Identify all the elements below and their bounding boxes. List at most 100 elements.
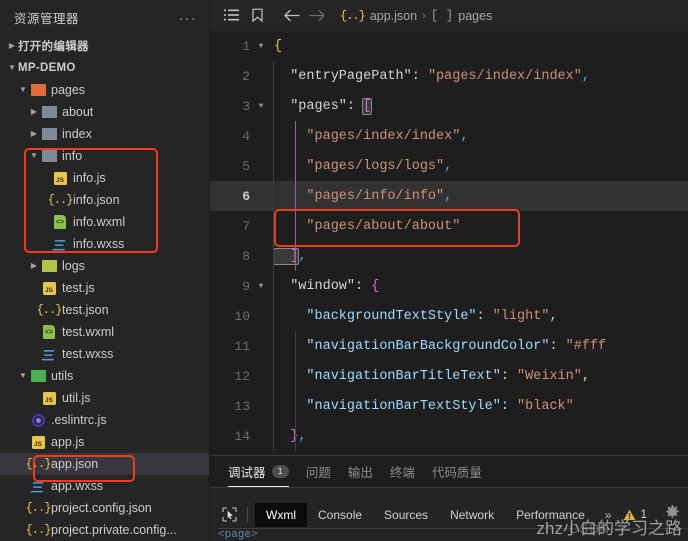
panel-tab-1[interactable]: 问题 [306, 456, 331, 487]
forward-arrow-icon[interactable] [304, 3, 330, 29]
json-file-icon: {..} [25, 523, 52, 537]
file-tree[interactable]: 打开的编辑器 MP-DEMO pages about index info JS info.… [0, 35, 209, 541]
folder-icon [40, 128, 58, 140]
chevron-right-icon[interactable] [28, 262, 40, 270]
tree-item-test-wxml[interactable]: <> test.wxml [0, 321, 209, 343]
back-arrow-icon[interactable] [278, 3, 304, 29]
line-number: 7 [242, 218, 250, 234]
inspect-cursor-icon[interactable] [218, 505, 240, 525]
fold-chevron-icon[interactable] [254, 42, 268, 51]
code-text: "backgroundTextStyle": "light", [268, 308, 557, 324]
tree-item-utils[interactable]: utils [0, 365, 209, 387]
code-line-13[interactable]: 13 "navigationBarTextStyle": "black" [210, 391, 688, 421]
code-line-6[interactable]: 6 "pages/info/info", [210, 181, 688, 211]
devtools-tabs[interactable]: Wxml Console Sources Network Performance [255, 502, 596, 527]
code-line-7[interactable]: 7 "pages/about/about" [210, 211, 688, 241]
chevron-down-icon[interactable] [28, 152, 40, 160]
chevron-down-icon[interactable] [6, 64, 18, 72]
devtools-tab-sources[interactable]: Sources [373, 503, 439, 527]
tree-item-label: info.wxml [73, 215, 126, 229]
tree-section-2[interactable]: MP-DEMO [0, 57, 209, 79]
code-line-12[interactable]: 12 "navigationBarTitleText": "Weixin", [210, 361, 688, 391]
line-number: 8 [242, 248, 250, 264]
explorer-more-actions-button[interactable]: ··· [179, 11, 198, 25]
tree-item-info-wxss[interactable]: 三 info.wxss [0, 233, 209, 255]
line-number: 1 [242, 38, 250, 54]
chevron-down-icon[interactable] [17, 86, 29, 94]
line-number: 3 [242, 98, 250, 114]
devtools-tab-network[interactable]: Network [439, 503, 505, 527]
tree-item-util-js[interactable]: JS util.js [0, 387, 209, 409]
code-line-8[interactable]: 8 ], [210, 241, 688, 271]
tree-item-test-json[interactable]: {..} test.json [0, 299, 209, 321]
tree-item-info-wxml[interactable]: <> info.wxml [0, 211, 209, 233]
explorer-title: 资源管理器 [14, 12, 80, 26]
tree-item-logs[interactable]: logs [0, 255, 209, 277]
tree-item-info-json[interactable]: {..} info.json [0, 189, 209, 211]
code-text: { [268, 39, 282, 54]
chevron-right-icon[interactable] [28, 108, 40, 116]
code-editor[interactable]: 1{2 "entryPagePath": "pages/index/index"… [210, 31, 688, 455]
code-text: "window": { [268, 279, 379, 294]
code-line-14[interactable]: 14 }, [210, 421, 688, 451]
code-line-2[interactable]: 2 "entryPagePath": "pages/index/index", [210, 61, 688, 91]
devtools-tab-wxml[interactable]: Wxml [255, 502, 307, 527]
tree-section-1[interactable]: 打开的编辑器 [0, 35, 209, 57]
tree-item-test-wxss[interactable]: 三 test.wxss [0, 343, 209, 365]
tree-item-pages[interactable]: pages [0, 79, 209, 101]
code-line-10[interactable]: 10 "backgroundTextStyle": "light", [210, 301, 688, 331]
chevron-down-icon[interactable] [17, 372, 29, 380]
breadcrumb-symbol[interactable]: pages [458, 9, 492, 23]
js-file-icon: JS [40, 281, 58, 295]
code-token: "pages/info/info" [274, 188, 445, 204]
breadcrumb-file[interactable]: app.json [370, 9, 417, 23]
devtools-tab-performance[interactable]: Performance [505, 503, 596, 527]
code-line-1[interactable]: 1{ [210, 31, 688, 61]
fold-chevron-icon[interactable] [254, 102, 268, 111]
tree-item-project-private-config-[interactable]: {..} project.private.config... [0, 519, 209, 541]
panel-tab-0[interactable]: 调试器 1 [228, 456, 289, 487]
code-line-4[interactable]: 4 "pages/index/index", [210, 121, 688, 151]
code-token: "navigationBarBackgroundColor" [274, 338, 550, 354]
code-line-5[interactable]: 5 "pages/logs/logs", [210, 151, 688, 181]
fold-chevron-icon[interactable] [254, 282, 268, 291]
panel-tab-label: 问题 [305, 466, 331, 480]
devtools-tail-text: <page> [218, 529, 258, 541]
chevron-right-icon[interactable] [28, 130, 40, 138]
tree-item-project-config-json[interactable]: {..} project.config.json [0, 497, 209, 519]
tree-item-test-js[interactable]: JS test.js [0, 277, 209, 299]
tree-item--eslintrc-js[interactable]: .eslintrc.js [0, 409, 209, 431]
code-line-9[interactable]: 9 "window": { [210, 271, 688, 301]
editor-area: {..} app.json › [ ] pages 1{2 "entryPage… [210, 0, 688, 541]
list-icon[interactable] [218, 3, 244, 29]
warning-indicator[interactable]: 1 [623, 509, 647, 521]
gear-icon[interactable] [665, 504, 680, 525]
panel-tab-4[interactable]: 代码质量 [432, 456, 482, 487]
indent-guide [273, 61, 274, 451]
code-text: "pages/about/about" [268, 219, 460, 234]
code-line-3[interactable]: 3 "pages": [ [210, 91, 688, 121]
code-token: "light" [492, 308, 550, 324]
overflow-chevron-icon[interactable]: » [605, 508, 612, 522]
wxss-file-icon: 三 [41, 347, 57, 363]
devtools-tab-console[interactable]: Console [307, 503, 373, 527]
tree-item-about[interactable]: about [0, 101, 209, 123]
panel-tab-3[interactable]: 终端 [390, 456, 415, 487]
chevron-right-icon[interactable] [6, 42, 18, 50]
explorer-sidebar: 资源管理器 ··· 打开的编辑器 MP-DEMO pages about index i… [0, 0, 210, 541]
code-token: , [581, 368, 590, 384]
tree-item-app-js[interactable]: JS app.js [0, 431, 209, 453]
code-line-11[interactable]: 11 "navigationBarBackgroundColor": "#fff [210, 331, 688, 361]
tree-item-app-json[interactable]: {..} app.json [0, 453, 209, 475]
tree-item-info[interactable]: info [0, 145, 209, 167]
tree-item-label: app.js [51, 435, 85, 449]
bookmark-icon[interactable] [244, 3, 270, 29]
tree-item-info-js[interactable]: JS info.js [0, 167, 209, 189]
panel-tab-2[interactable]: 输出 [348, 456, 373, 487]
tree-item-app-wxss[interactable]: 三 app.wxss [0, 475, 209, 497]
js-file-icon: JS [40, 391, 58, 405]
line-number: 13 [234, 398, 250, 414]
code-token: "pages/about/about" [274, 218, 461, 234]
panel-tab-bar[interactable]: 调试器 1 问题 输出 终端 代码质量 [210, 456, 688, 487]
tree-item-index[interactable]: index [0, 123, 209, 145]
